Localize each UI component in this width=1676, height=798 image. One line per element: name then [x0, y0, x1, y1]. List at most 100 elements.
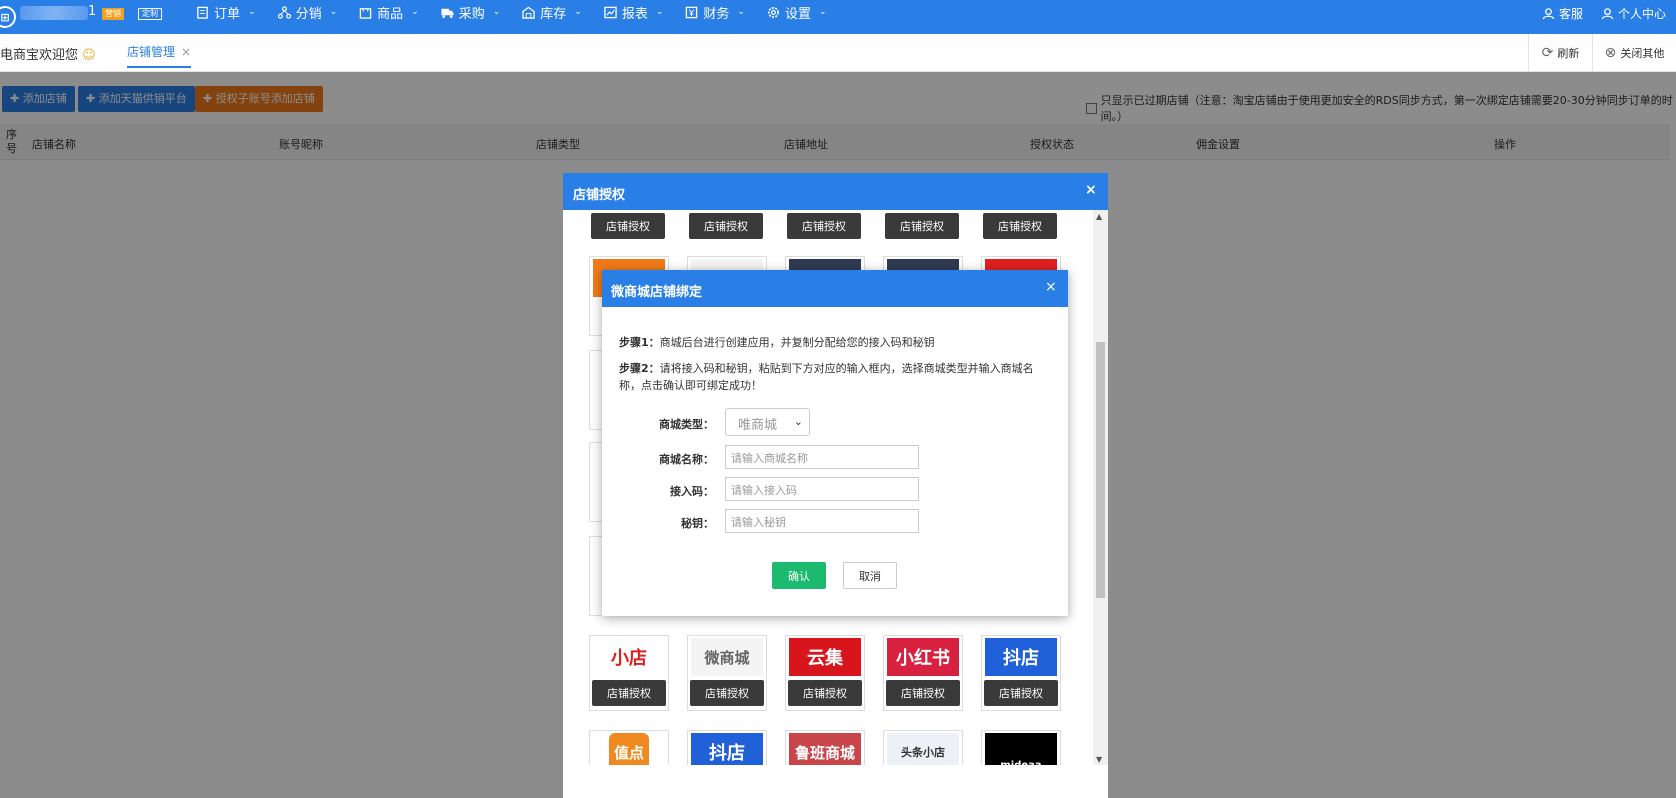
cancel-button[interactable]: 取消	[843, 562, 897, 589]
secret-key-input[interactable]: 请输入秘钥	[725, 509, 919, 533]
luban-logo: 鲁班商城	[789, 733, 861, 765]
refresh-label: 刷新	[1557, 47, 1580, 60]
nav-purchase[interactable]: 采购 ⌄	[441, 0, 500, 24]
auth-button[interactable]: 店铺授权	[788, 680, 862, 706]
shop-number: 1	[88, 4, 97, 19]
smile-icon: ☺	[82, 48, 96, 63]
close-circle-icon: ⊗	[1604, 45, 1617, 61]
user-icon	[1601, 7, 1614, 19]
platform-tile-doudian-2: 抖店	[687, 730, 767, 765]
chevron-down-icon: ⌄	[574, 7, 582, 17]
platform-tile-toutiao: 头条小店	[883, 730, 963, 765]
platform-tile-mideaa: mideaa	[981, 730, 1061, 765]
nav-finance[interactable]: 财务 ⌄	[685, 0, 745, 24]
auth-button[interactable]: 店铺授权	[984, 680, 1058, 706]
refresh-button[interactable]: ⟳ 刷新	[1528, 34, 1592, 72]
tab-row: 电商宝欢迎您 ☺ 店铺管理 × ⟳ 刷新 ⊗ 关闭其他	[0, 34, 1676, 72]
step-2-desc: 请将接入码和秘钥，粘贴到下方对应的输入框内，选择商城类型并输入商城名称，点击确认…	[619, 362, 1034, 392]
share-tree-icon	[277, 5, 291, 19]
chevron-down-icon: ⌄	[655, 7, 664, 17]
customer-service-label: 客服	[1558, 6, 1583, 21]
main-nav: 订单 ⌄ 分销 ⌄ 商品 ⌄ 采购 ⌄ 库存 ⌄ 报表 ⌄ 财务 ⌄ 设置 ⌄	[196, 0, 849, 24]
name-label: 商城名称：	[659, 453, 714, 466]
yunji-logo: 云集	[789, 638, 861, 676]
platform-tile-xiaodian: 小店 店铺授权	[589, 635, 669, 711]
nav-distribution[interactable]: 分销 ⌄	[277, 0, 338, 24]
mall-type-value: 唯商城	[738, 418, 778, 433]
weishangcheng-bind-modal: 微商城店铺绑定 × 步骤1：商城后台进行创建应用，并复制分配给您的接入码和秘钥 …	[602, 270, 1068, 616]
welcome-text: 电商宝欢迎您 ☺	[0, 44, 96, 63]
auth-button[interactable]: 店铺授权	[690, 680, 764, 706]
tab-shop-management-label: 店铺管理	[127, 45, 176, 59]
confirm-button[interactable]: 确认	[772, 562, 826, 589]
nav-products-label: 商品	[377, 6, 404, 22]
welcome-label: 电商宝欢迎您	[0, 48, 79, 63]
shop-name-redacted	[20, 6, 88, 20]
doudian-logo: 抖店	[691, 733, 763, 765]
bag-icon	[359, 7, 372, 19]
bind-modal-title: 微商城店铺绑定	[611, 285, 703, 300]
platform-scrollbar[interactable]: ▲ ▼	[1093, 210, 1108, 765]
auth-button[interactable]: 店铺授权	[983, 213, 1057, 239]
auth-button[interactable]: 店铺授权	[787, 213, 861, 239]
top-navbar: ⊞ 1 营销 定制 订单 ⌄ 分销 ⌄ 商品 ⌄ 采购 ⌄ 库存 ⌄ 报表 ⌄	[0, 0, 1676, 34]
type-label: 商城类型：	[659, 418, 714, 431]
chevron-down-icon: ⌄	[248, 7, 256, 17]
mall-type-select[interactable]: 唯商城 ⌄	[725, 408, 810, 436]
app-logo-icon[interactable]: ⊞	[0, 6, 16, 28]
close-others-label: 关闭其他	[1620, 47, 1665, 60]
auth-button[interactable]: 店铺授权	[886, 680, 960, 706]
step-1-label: 步骤1：	[619, 336, 660, 349]
auth-button[interactable]: 店铺授权	[592, 680, 666, 706]
nav-settings[interactable]: 设置 ⌄	[767, 0, 827, 24]
truck-icon	[441, 8, 454, 18]
close-others-button[interactable]: ⊗ 关闭其他	[1592, 34, 1676, 72]
auth-button[interactable]: 店铺授权	[689, 213, 763, 239]
close-icon[interactable]: ×	[1085, 182, 1097, 198]
xiaohongshu-logo: 小红书	[887, 638, 959, 676]
profile-link[interactable]: 个人中心	[1601, 5, 1666, 22]
chart-icon	[604, 6, 617, 18]
custom-tag[interactable]: 定制	[138, 8, 162, 20]
platform-tile-doudian: 抖店 店铺授权	[981, 635, 1061, 711]
nav-distribution-label: 分销	[295, 6, 322, 22]
nav-reports[interactable]: 报表 ⌄	[604, 0, 664, 24]
platform-tile-xiaohongshu: 小红书 店铺授权	[883, 635, 963, 711]
nav-orders-label: 订单	[214, 6, 241, 22]
bind-modal-header: 微商城店铺绑定 ×	[602, 270, 1068, 307]
tab-shop-management[interactable]: 店铺管理 ×	[127, 43, 192, 68]
scroll-down-icon[interactable]: ▼	[1096, 755, 1102, 764]
step-1-text: 步骤1：商城后台进行创建应用，并复制分配给您的接入码和秘钥	[619, 334, 1049, 351]
auth-button[interactable]: 店铺授权	[591, 213, 665, 239]
step-1-desc: 商城后台进行创建应用，并复制分配给您的接入码和秘钥	[659, 336, 935, 349]
close-icon[interactable]: ×	[181, 45, 191, 59]
shop-auth-modal-header: 店铺授权 ×	[563, 173, 1108, 210]
nav-settings-label: 设置	[784, 6, 811, 22]
mall-name-input[interactable]: 请输入商城名称	[725, 445, 919, 469]
zhidian-logo: 值点	[609, 733, 649, 765]
step-2-text: 步骤2：请将接入码和秘钥，粘贴到下方对应的输入框内，选择商城类型并输入商城名称，…	[619, 360, 1049, 394]
close-icon[interactable]: ×	[1045, 279, 1057, 295]
step-2-label: 步骤2：	[619, 362, 660, 375]
finance-icon	[686, 6, 698, 18]
top-right-links: 客服 个人中心	[1542, 0, 1666, 26]
profile-label: 个人中心	[1617, 6, 1666, 21]
toutiao-logo: 头条小店	[887, 733, 959, 765]
nav-finance-label: 财务	[703, 6, 730, 22]
access-code-input[interactable]: 请输入接入码	[725, 477, 919, 501]
platform-tile-luban: 鲁班商城	[785, 730, 865, 765]
nav-products[interactable]: 商品 ⌄	[359, 0, 419, 24]
customer-service-link[interactable]: 客服	[1542, 5, 1583, 22]
scrollbar-thumb[interactable]	[1096, 342, 1105, 598]
marketing-tag[interactable]: 营销	[102, 8, 124, 20]
weishangcheng-logo: 微商城	[691, 638, 763, 676]
nav-inventory[interactable]: 库存 ⌄	[522, 0, 582, 24]
auth-button[interactable]: 店铺授权	[885, 213, 959, 239]
clipboard-icon	[197, 6, 208, 19]
chevron-down-icon: ⌄	[329, 7, 338, 17]
chevron-down-icon: ⌄	[818, 7, 827, 17]
code-label: 接入码：	[670, 485, 714, 498]
nav-orders[interactable]: 订单 ⌄	[196, 0, 256, 24]
nav-purchase-label: 采购	[458, 6, 485, 22]
scroll-up-icon[interactable]: ▲	[1096, 212, 1102, 221]
